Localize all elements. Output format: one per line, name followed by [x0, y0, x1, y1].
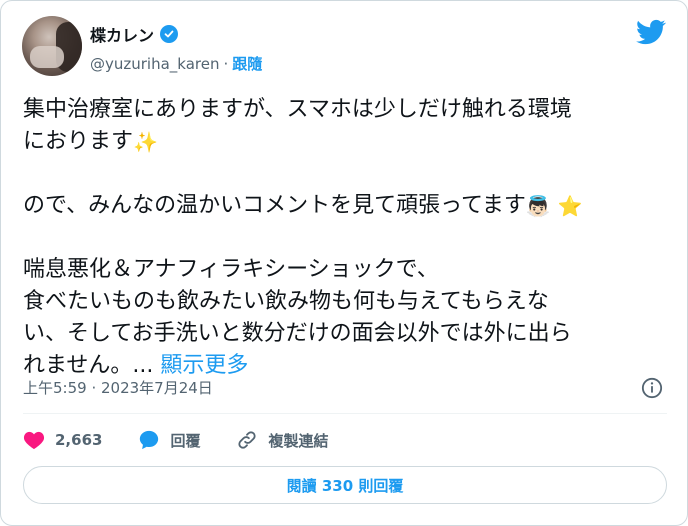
verified-badge-icon: [160, 25, 179, 43]
sparkles-icon: ✨: [133, 130, 158, 154]
author-name-row[interactable]: 楪カレン: [90, 22, 179, 46]
like-action[interactable]: 2,663: [23, 430, 102, 450]
avatar-hand-shape: [30, 46, 64, 68]
copy-link-label: 複製連結: [268, 431, 329, 450]
action-bar: 2,663 回覆 複製連結: [23, 426, 364, 454]
show-more-link[interactable]: 顯示更多: [160, 353, 248, 378]
follow-link[interactable]: 跟隨: [232, 53, 262, 74]
reply-bubble-icon: [140, 430, 159, 450]
user-handle[interactable]: @yuzuriha_karen: [90, 55, 220, 73]
divider: [23, 413, 667, 414]
avatar[interactable]: [22, 16, 82, 76]
tweet-line: 食べたいものも飲みたい飲み物も何も与えてもらえな: [23, 289, 549, 314]
like-count: 2,663: [55, 431, 103, 449]
reply-action[interactable]: 回覆: [138, 429, 200, 451]
link-icon: [238, 431, 257, 449]
tweet-timestamp[interactable]: 上午5:59 · 2023年7月24日: [23, 377, 213, 398]
angel-icon: 👼🏻: [525, 194, 551, 218]
handle-row: @yuzuriha_karen · 跟隨: [90, 53, 262, 74]
star-icon: ⭐: [557, 194, 583, 218]
display-name[interactable]: 楪カレン: [90, 22, 154, 46]
tweet-line: 集中治療室にありますが、スマホは少しだけ触れる環境: [23, 97, 572, 122]
separator: ·: [223, 54, 229, 73]
twitter-bird-icon[interactable]: [636, 17, 666, 47]
copy-link-action[interactable]: 複製連結: [236, 429, 328, 451]
tweet-line: ので、みんなの温かいコメントを見て頑張ってます👼🏻 ⭐: [23, 190, 673, 222]
tweet-line: い、そしてお手洗いと数分だけの面会以外では外に出ら: [23, 321, 572, 346]
tweet-card: 楪カレン @yuzuriha_karen · 跟隨 集中治療室にありますが、スマ…: [0, 0, 688, 526]
tweet-body: 集中治療室にありますが、スマホは少しだけ触れる環境 におります✨ ので、みんなの…: [23, 94, 673, 382]
heart-icon: [23, 431, 45, 450]
read-replies-button[interactable]: 閱讀 330 則回覆: [23, 466, 667, 504]
tweet-line: におります✨: [23, 126, 673, 158]
info-icon[interactable]: [641, 377, 663, 399]
tweet-line: 喘息悪化＆アナフィラキシーショックで、: [23, 257, 439, 282]
reply-label: 回覆: [170, 431, 201, 450]
